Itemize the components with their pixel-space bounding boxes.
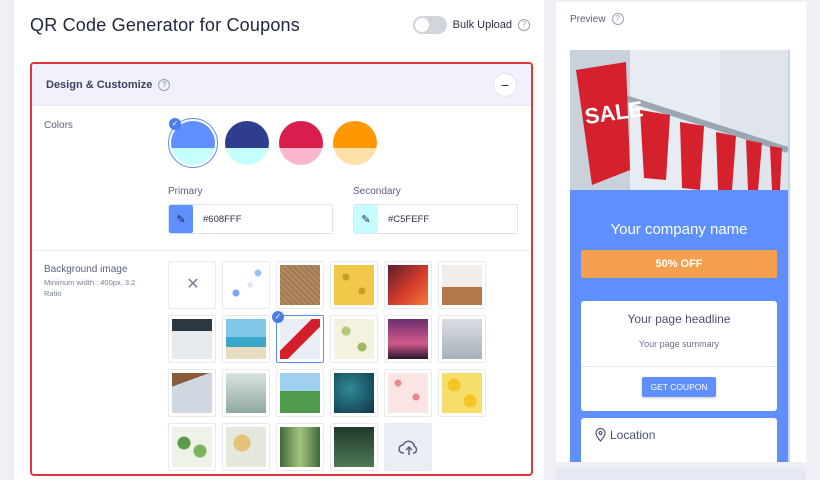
get-coupon-button[interactable]: GET COUPON xyxy=(642,377,716,397)
colors-label: Colors xyxy=(44,120,73,131)
help-icon[interactable]: ? xyxy=(158,78,171,91)
background-thumb-green-leaves[interactable] xyxy=(168,423,216,471)
primary-color-field[interactable]: ✎ #608FFF xyxy=(168,204,333,234)
design-customize-card: Design & Customize ? − Colors ✓ Primary … xyxy=(30,62,533,476)
background-thumb-gift[interactable] xyxy=(222,369,270,417)
header: QR Code Generator for Coupons Bulk Uploa… xyxy=(14,0,544,50)
upload-image-button[interactable] xyxy=(384,423,432,471)
background-thumb-landscape[interactable] xyxy=(276,369,324,417)
help-icon[interactable]: ? xyxy=(611,13,624,25)
background-thumb-room[interactable] xyxy=(438,261,486,309)
collapse-button[interactable]: − xyxy=(493,72,517,97)
preview-bottom-bar xyxy=(556,468,806,480)
background-thumb-office[interactable] xyxy=(438,315,486,363)
background-thumb-texture[interactable] xyxy=(276,261,324,309)
color-swatch-2[interactable] xyxy=(225,121,269,165)
location-card: Location xyxy=(581,418,777,462)
background-thumb-beach[interactable] xyxy=(222,315,270,363)
secondary-color-value[interactable]: #C5FEFF xyxy=(378,214,429,225)
background-thumb-map[interactable] xyxy=(168,369,216,417)
hero-image: SALE xyxy=(570,50,788,190)
preview-title-wrap: Preview ? xyxy=(570,13,624,25)
background-thumb-emoji[interactable] xyxy=(438,369,486,417)
company-name: Your company name xyxy=(610,221,748,238)
background-thumb-food[interactable] xyxy=(222,423,270,471)
background-thumb-dark-bottles[interactable] xyxy=(330,423,378,471)
main-panel: QR Code Generator for Coupons Bulk Uploa… xyxy=(14,0,544,480)
primary-color-value[interactable]: #608FFF xyxy=(193,214,242,225)
background-thumb-teal[interactable] xyxy=(330,369,378,417)
eyedropper-icon[interactable]: ✎ xyxy=(354,205,378,233)
background-thumb-bottles[interactable] xyxy=(276,423,324,471)
secondary-color-field[interactable]: ✎ #C5FEFF xyxy=(353,204,518,234)
design-customize-title: Design & Customize xyxy=(46,78,153,91)
background-thumb-leaves[interactable] xyxy=(330,315,378,363)
headline-card: Your page headline Your page summary GET… xyxy=(581,301,777,411)
design-customize-header[interactable]: Design & Customize ? − xyxy=(32,64,531,106)
background-thumb-desk[interactable] xyxy=(168,315,216,363)
help-icon[interactable]: ? xyxy=(518,19,530,31)
check-icon: ✓ xyxy=(272,311,284,323)
divider xyxy=(32,250,531,251)
close-icon: ✕ xyxy=(186,276,200,293)
bulk-upload: Bulk Upload ? xyxy=(412,16,530,34)
preview-title: Preview xyxy=(570,13,606,25)
background-thumb-red-abstract[interactable] xyxy=(384,261,432,309)
color-swatch-4[interactable] xyxy=(333,121,377,165)
bulk-upload-label: Bulk Upload xyxy=(452,19,512,31)
color-swatch-3[interactable] xyxy=(279,121,323,165)
phone-preview: SALE Your company name 50% OFF Your page… xyxy=(570,50,790,462)
location-pin-icon xyxy=(595,428,606,442)
check-icon: ✓ xyxy=(169,118,181,130)
eyedropper-icon[interactable]: ✎ xyxy=(169,205,193,233)
background-thumb-hearts[interactable] xyxy=(384,369,432,417)
background-thumb-concert[interactable] xyxy=(384,315,432,363)
page-summary: Your page summary xyxy=(638,339,720,349)
location-label: Location xyxy=(610,428,656,442)
design-customize-title-wrap: Design & Customize ? xyxy=(46,78,171,91)
no-background-option[interactable]: ✕ xyxy=(168,261,216,309)
preview-panel: Preview ? SALE Your company name 50% OFF… xyxy=(556,2,806,462)
background-image-label: Background image xyxy=(44,264,128,275)
page-title: QR Code Generator for Coupons xyxy=(30,14,300,35)
secondary-label: Secondary xyxy=(353,186,401,197)
divider xyxy=(581,366,777,367)
background-thumb-sale-selected[interactable] xyxy=(276,315,324,363)
sale-banner-image: SALE xyxy=(570,50,788,190)
offer-badge: 50% OFF xyxy=(581,250,777,278)
background-thumb-bubbles[interactable] xyxy=(222,261,270,309)
page-headline: Your page headline xyxy=(627,312,731,326)
location-row: Location xyxy=(595,428,655,442)
primary-label: Primary xyxy=(168,186,203,197)
background-image-hint: Minimum width : 400px, 3:2 Ratio xyxy=(44,278,136,298)
background-thumb-yellow-pattern[interactable] xyxy=(330,261,378,309)
cloud-upload-icon xyxy=(398,440,418,455)
bulk-upload-toggle[interactable] xyxy=(412,16,447,34)
